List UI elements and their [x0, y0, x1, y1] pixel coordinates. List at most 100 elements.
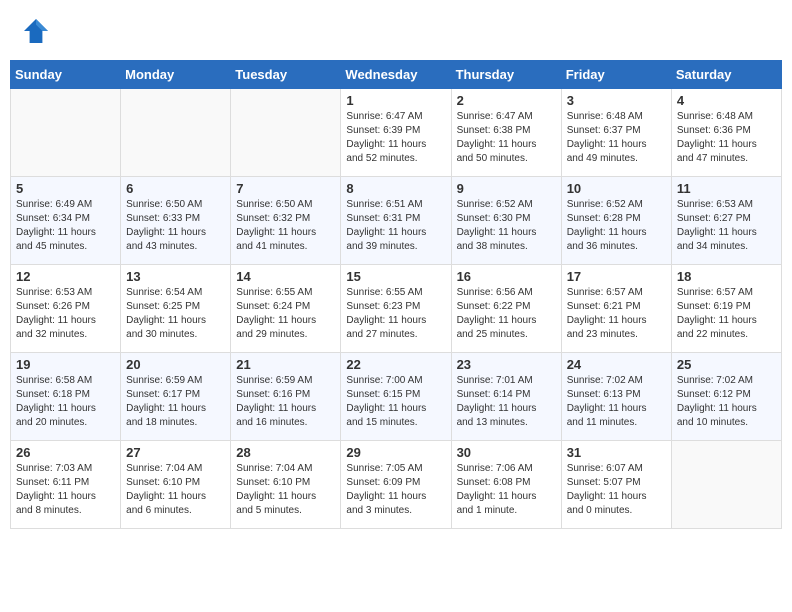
day-info: Sunrise: 7:04 AM Sunset: 6:10 PM Dayligh…	[126, 462, 225, 518]
page-header	[10, 10, 782, 52]
day-info: Sunrise: 7:03 AM Sunset: 6:11 PM Dayligh…	[16, 462, 115, 518]
calendar-cell: 4 Sunrise: 6:48 AM Sunset: 6:36 PM Daylig…	[671, 89, 781, 177]
day-number: 26	[16, 445, 115, 460]
day-number: 4	[677, 93, 776, 108]
day-info: Sunrise: 6:51 AM Sunset: 6:31 PM Dayligh…	[346, 198, 445, 254]
calendar-cell: 5 Sunrise: 6:49 AM Sunset: 6:34 PM Daylig…	[11, 177, 121, 265]
calendar-cell: 17 Sunrise: 6:57 AM Sunset: 6:21 PM Dayli…	[561, 265, 671, 353]
day-number: 20	[126, 357, 225, 372]
calendar-cell	[121, 89, 231, 177]
day-info: Sunrise: 6:47 AM Sunset: 6:39 PM Dayligh…	[346, 110, 445, 166]
calendar-cell: 23 Sunrise: 7:01 AM Sunset: 6:14 PM Dayli…	[451, 353, 561, 441]
day-number: 12	[16, 269, 115, 284]
day-number: 6	[126, 181, 225, 196]
day-info: Sunrise: 6:58 AM Sunset: 6:18 PM Dayligh…	[16, 374, 115, 430]
day-info: Sunrise: 7:02 AM Sunset: 6:13 PM Dayligh…	[567, 374, 666, 430]
calendar-cell: 7 Sunrise: 6:50 AM Sunset: 6:32 PM Daylig…	[231, 177, 341, 265]
day-info: Sunrise: 6:56 AM Sunset: 6:22 PM Dayligh…	[457, 286, 556, 342]
day-number: 5	[16, 181, 115, 196]
calendar-cell: 21Sunrise: 6:59 AM Sunset: 6:16 PM Dayli…	[231, 353, 341, 441]
calendar-dow-friday: Friday	[561, 61, 671, 89]
calendar-cell: 29 Sunrise: 7:05 AM Sunset: 6:09 PM Dayli…	[341, 441, 451, 529]
logo	[20, 15, 56, 47]
calendar-cell: 30 Sunrise: 7:06 AM Sunset: 6:08 PM Dayli…	[451, 441, 561, 529]
calendar-cell: 27 Sunrise: 7:04 AM Sunset: 6:10 PM Dayli…	[121, 441, 231, 529]
day-info: Sunrise: 6:50 AM Sunset: 6:33 PM Dayligh…	[126, 198, 225, 254]
calendar-dow-monday: Monday	[121, 61, 231, 89]
day-number: 21	[236, 357, 335, 372]
calendar-cell: 2 Sunrise: 6:47 AM Sunset: 6:38 PM Daylig…	[451, 89, 561, 177]
day-info: Sunrise: 6:59 AM Sunset: 6:17 PM Dayligh…	[126, 374, 225, 430]
day-info: Sunrise: 6:54 AM Sunset: 6:25 PM Dayligh…	[126, 286, 225, 342]
day-number: 30	[457, 445, 556, 460]
calendar-cell: 6 Sunrise: 6:50 AM Sunset: 6:33 PM Daylig…	[121, 177, 231, 265]
day-info: Sunrise: 7:05 AM Sunset: 6:09 PM Dayligh…	[346, 462, 445, 518]
day-info: Sunrise: 6:55 AM Sunset: 6:23 PM Dayligh…	[346, 286, 445, 342]
day-number: 25	[677, 357, 776, 372]
calendar-dow-wednesday: Wednesday	[341, 61, 451, 89]
calendar-table: SundayMondayTuesdayWednesdayThursdayFrid…	[10, 60, 782, 529]
day-number: 3	[567, 93, 666, 108]
day-info: Sunrise: 6:55 AM Sunset: 6:24 PM Dayligh…	[236, 286, 335, 342]
day-info: Sunrise: 7:06 AM Sunset: 6:08 PM Dayligh…	[457, 462, 556, 518]
logo-icon	[20, 15, 52, 47]
day-info: Sunrise: 6:53 AM Sunset: 6:27 PM Dayligh…	[677, 198, 776, 254]
calendar-cell	[231, 89, 341, 177]
calendar-cell: 26 Sunrise: 7:03 AM Sunset: 6:11 PM Dayli…	[11, 441, 121, 529]
day-info: Sunrise: 6:48 AM Sunset: 6:37 PM Dayligh…	[567, 110, 666, 166]
calendar-cell: 12 Sunrise: 6:53 AM Sunset: 6:26 PM Dayli…	[11, 265, 121, 353]
day-number: 19	[16, 357, 115, 372]
calendar-cell: 9 Sunrise: 6:52 AM Sunset: 6:30 PM Daylig…	[451, 177, 561, 265]
day-number: 17	[567, 269, 666, 284]
day-number: 29	[346, 445, 445, 460]
calendar-dow-tuesday: Tuesday	[231, 61, 341, 89]
day-number: 23	[457, 357, 556, 372]
calendar-cell	[11, 89, 121, 177]
day-number: 7	[236, 181, 335, 196]
day-number: 10	[567, 181, 666, 196]
day-number: 22	[346, 357, 445, 372]
day-number: 15	[346, 269, 445, 284]
calendar-cell: 25Sunrise: 7:02 AM Sunset: 6:12 PM Dayli…	[671, 353, 781, 441]
day-number: 1	[346, 93, 445, 108]
day-number: 27	[126, 445, 225, 460]
day-number: 2	[457, 93, 556, 108]
calendar-cell: 8Sunrise: 6:51 AM Sunset: 6:31 PM Daylig…	[341, 177, 451, 265]
calendar-cell: 1 Sunrise: 6:47 AM Sunset: 6:39 PM Daylig…	[341, 89, 451, 177]
day-info: Sunrise: 6:52 AM Sunset: 6:28 PM Dayligh…	[567, 198, 666, 254]
day-number: 9	[457, 181, 556, 196]
day-number: 24	[567, 357, 666, 372]
day-info: Sunrise: 7:00 AM Sunset: 6:15 PM Dayligh…	[346, 374, 445, 430]
calendar-cell: 31 Sunrise: 6:07 AM Sunset: 5:07 PM Dayli…	[561, 441, 671, 529]
day-number: 31	[567, 445, 666, 460]
day-info: Sunrise: 7:04 AM Sunset: 6:10 PM Dayligh…	[236, 462, 335, 518]
calendar-header-row: SundayMondayTuesdayWednesdayThursdayFrid…	[11, 61, 782, 89]
day-info: Sunrise: 6:50 AM Sunset: 6:32 PM Dayligh…	[236, 198, 335, 254]
calendar-cell: 20 Sunrise: 6:59 AM Sunset: 6:17 PM Dayli…	[121, 353, 231, 441]
calendar-week-3: 12 Sunrise: 6:53 AM Sunset: 6:26 PM Dayli…	[11, 265, 782, 353]
day-number: 13	[126, 269, 225, 284]
calendar-dow-sunday: Sunday	[11, 61, 121, 89]
day-info: Sunrise: 7:01 AM Sunset: 6:14 PM Dayligh…	[457, 374, 556, 430]
calendar-cell: 11 Sunrise: 6:53 AM Sunset: 6:27 PM Dayli…	[671, 177, 781, 265]
calendar-cell: 18 Sunrise: 6:57 AM Sunset: 6:19 PM Dayli…	[671, 265, 781, 353]
day-info: Sunrise: 6:07 AM Sunset: 5:07 PM Dayligh…	[567, 462, 666, 518]
day-info: Sunrise: 6:57 AM Sunset: 6:19 PM Dayligh…	[677, 286, 776, 342]
calendar-week-4: 19 Sunrise: 6:58 AM Sunset: 6:18 PM Dayli…	[11, 353, 782, 441]
day-info: Sunrise: 6:57 AM Sunset: 6:21 PM Dayligh…	[567, 286, 666, 342]
day-info: Sunrise: 6:48 AM Sunset: 6:36 PM Dayligh…	[677, 110, 776, 166]
day-info: Sunrise: 6:49 AM Sunset: 6:34 PM Dayligh…	[16, 198, 115, 254]
day-info: Sunrise: 6:52 AM Sunset: 6:30 PM Dayligh…	[457, 198, 556, 254]
day-number: 18	[677, 269, 776, 284]
day-number: 28	[236, 445, 335, 460]
day-info: Sunrise: 6:53 AM Sunset: 6:26 PM Dayligh…	[16, 286, 115, 342]
calendar-week-1: 1 Sunrise: 6:47 AM Sunset: 6:39 PM Daylig…	[11, 89, 782, 177]
calendar-cell: 14Sunrise: 6:55 AM Sunset: 6:24 PM Dayli…	[231, 265, 341, 353]
calendar-week-2: 5 Sunrise: 6:49 AM Sunset: 6:34 PM Daylig…	[11, 177, 782, 265]
calendar-week-5: 26 Sunrise: 7:03 AM Sunset: 6:11 PM Dayli…	[11, 441, 782, 529]
calendar-dow-thursday: Thursday	[451, 61, 561, 89]
day-info: Sunrise: 6:47 AM Sunset: 6:38 PM Dayligh…	[457, 110, 556, 166]
calendar-dow-saturday: Saturday	[671, 61, 781, 89]
day-number: 11	[677, 181, 776, 196]
calendar-cell: 10 Sunrise: 6:52 AM Sunset: 6:28 PM Dayli…	[561, 177, 671, 265]
